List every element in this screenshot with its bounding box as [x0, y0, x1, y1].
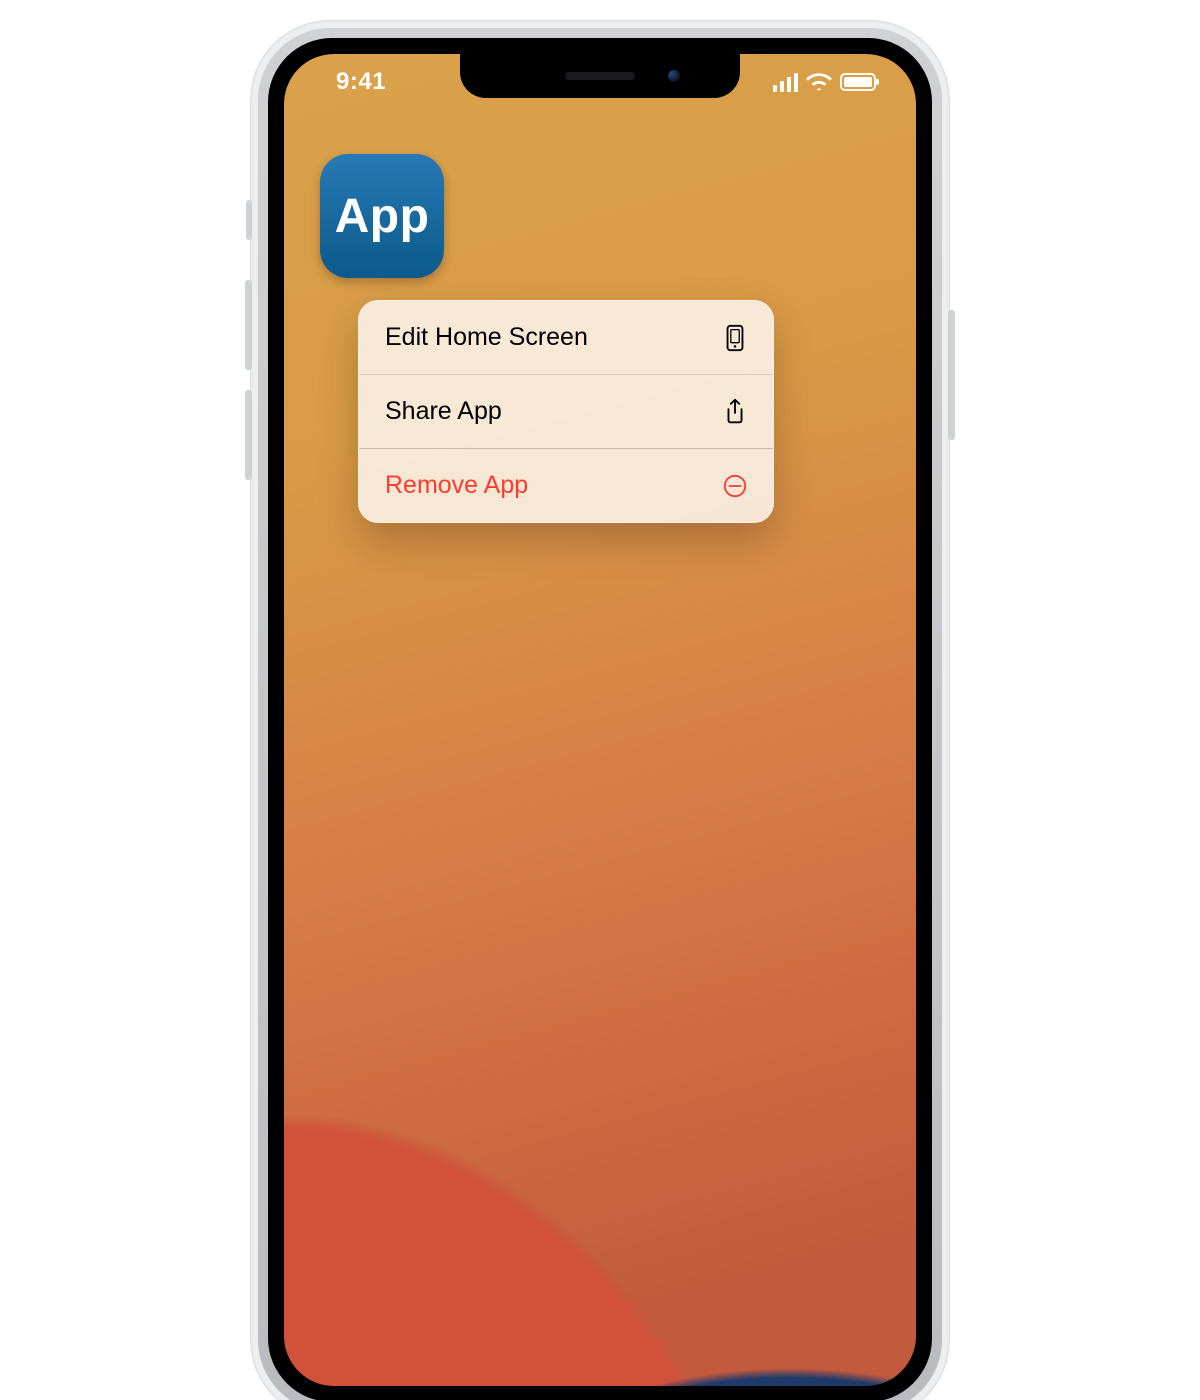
app-context-menu: Edit Home Screen Share App Remove App — [358, 300, 774, 523]
mute-switch[interactable] — [246, 200, 252, 240]
side-power-button[interactable] — [948, 310, 955, 440]
remove-icon — [721, 472, 749, 500]
menu-item-label: Edit Home Screen — [385, 323, 588, 352]
status-bar: 9:41 — [284, 54, 916, 110]
menu-item-edit-home-screen[interactable]: Edit Home Screen — [359, 301, 773, 374]
menu-item-remove-app[interactable]: Remove App — [359, 448, 773, 522]
menu-item-label: Share App — [385, 397, 502, 426]
share-icon — [721, 398, 749, 426]
status-time: 9:41 — [336, 68, 386, 96]
wifi-icon — [806, 72, 832, 92]
volume-up-button[interactable] — [245, 280, 252, 370]
app-icon-label: App — [335, 189, 430, 244]
menu-item-share-app[interactable]: Share App — [359, 374, 773, 448]
iphone-device-frame: 9:41 App Edit Home Screen — [250, 20, 950, 1400]
app-icon[interactable]: App — [320, 154, 444, 278]
menu-item-label: Remove App — [385, 471, 528, 500]
cellular-signal-icon — [773, 73, 799, 92]
status-indicators — [773, 72, 877, 92]
volume-down-button[interactable] — [245, 390, 252, 480]
battery-icon — [840, 73, 876, 91]
home-screen[interactable]: 9:41 App Edit Home Screen — [284, 54, 916, 1386]
home-screen-icon — [721, 324, 749, 352]
